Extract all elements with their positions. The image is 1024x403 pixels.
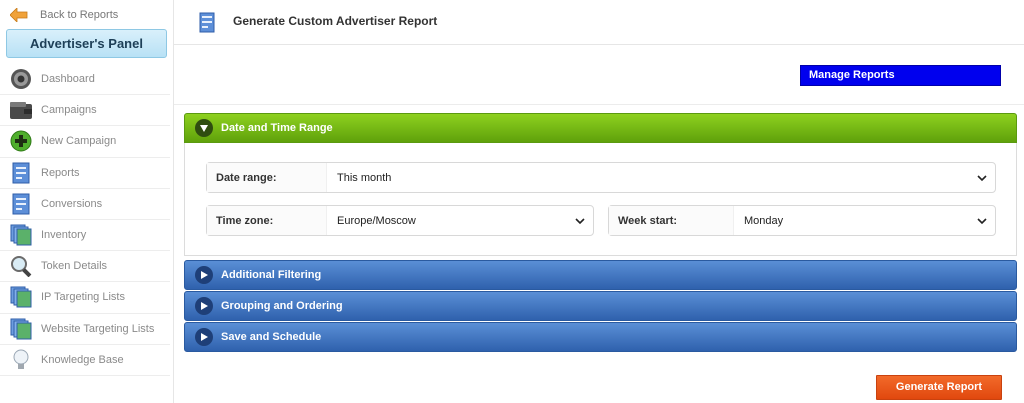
- section-title: Grouping and Ordering: [221, 300, 343, 312]
- sidebar-item-ip-targeting-lists[interactable]: IP Targeting Lists: [0, 282, 170, 314]
- back-arrow-icon: [10, 8, 28, 22]
- divider: [174, 104, 1024, 105]
- lightbulb-icon: [9, 348, 33, 372]
- date-range-label: Date range:: [207, 163, 327, 192]
- sidebar-item-label: Token Details: [41, 260, 108, 273]
- time-zone-label: Time zone:: [207, 206, 327, 235]
- sidebar-item-label: Reports: [41, 166, 80, 179]
- back-to-reports-link[interactable]: Back to Reports: [10, 5, 118, 25]
- sidebar-item-dashboard[interactable]: Dashboard: [0, 64, 170, 96]
- section-additional-filtering[interactable]: Additional Filtering: [184, 260, 1017, 290]
- sidebar-item-label: Inventory: [41, 229, 87, 242]
- date-range-select[interactable]: This month: [327, 163, 995, 192]
- dashboard-icon: [9, 67, 33, 91]
- sidebar-item-reports[interactable]: Reports: [0, 158, 170, 189]
- sidebar-item-label: Knowledge Base: [41, 353, 124, 366]
- week-start-label: Week start:: [609, 206, 734, 235]
- page-header: Generate Custom Advertiser Report: [174, 0, 1024, 45]
- sidebar-nav: Dashboard Campaigns New Campaign Reports…: [0, 64, 170, 376]
- time-zone-select[interactable]: Europe/Moscow: [327, 206, 593, 235]
- expand-toggle-icon: [195, 266, 213, 284]
- manage-reports-button[interactable]: Manage Reports: [800, 65, 1001, 86]
- sidebar-item-inventory[interactable]: Inventory: [0, 220, 170, 252]
- plus-circle-icon: [9, 129, 33, 153]
- section-date-time-range[interactable]: Date and Time Range: [184, 113, 1017, 143]
- sidebar-item-label: Campaigns: [41, 104, 97, 117]
- sidebar-item-label: Website Targeting Lists: [41, 322, 155, 335]
- chevron-down-icon: [977, 173, 987, 183]
- expand-toggle-icon: [195, 328, 213, 346]
- section-title: Save and Schedule: [221, 331, 322, 343]
- section-grouping-ordering[interactable]: Grouping and Ordering: [184, 291, 1017, 321]
- stack-icon: [9, 223, 33, 247]
- stack-icon: [9, 317, 33, 341]
- sidebar-item-token-details[interactable]: Token Details: [0, 251, 170, 283]
- back-to-reports-label: Back to Reports: [40, 9, 119, 21]
- chevron-down-icon: [977, 216, 987, 226]
- sidebar-item-label: IP Targeting Lists: [41, 291, 125, 304]
- page-title: Generate Custom Advertiser Report: [233, 14, 438, 28]
- time-zone-value: Europe/Moscow: [337, 214, 416, 227]
- report-icon: [9, 161, 33, 185]
- report-icon: [199, 12, 215, 36]
- panel-title: Advertiser's Panel: [6, 29, 167, 58]
- generate-report-button[interactable]: Generate Report: [876, 375, 1002, 400]
- wallet-icon: [9, 98, 33, 122]
- sidebar-item-campaigns[interactable]: Campaigns: [0, 95, 170, 127]
- sidebar-item-label: New Campaign: [41, 135, 117, 148]
- week-start-value: Monday: [744, 214, 784, 227]
- section-title: Date and Time Range: [221, 122, 333, 134]
- sidebar: Back to Reports Advertiser's Panel Dashb…: [0, 0, 174, 403]
- sidebar-item-conversions[interactable]: Conversions: [0, 189, 170, 220]
- stack-icon: [9, 285, 33, 309]
- sidebar-item-label: Dashboard: [41, 73, 95, 86]
- magnifier-icon: [9, 254, 33, 278]
- date-time-range-body: Date range: This month Time zone: Europe…: [184, 143, 1017, 256]
- sidebar-item-knowledge-base[interactable]: Knowledge Base: [0, 345, 170, 376]
- sidebar-item-new-campaign[interactable]: New Campaign: [0, 126, 170, 158]
- expand-toggle-icon: [195, 297, 213, 315]
- chevron-down-icon: [575, 216, 585, 226]
- week-start-field: Week start: Monday: [608, 205, 996, 236]
- section-save-schedule[interactable]: Save and Schedule: [184, 322, 1017, 352]
- collapse-toggle-icon: [195, 119, 213, 137]
- section-title: Additional Filtering: [221, 269, 322, 281]
- week-start-select[interactable]: Monday: [734, 206, 995, 235]
- sidebar-item-label: Conversions: [41, 197, 103, 210]
- sidebar-item-website-targeting-lists[interactable]: Website Targeting Lists: [0, 314, 170, 345]
- report-icon: [9, 192, 33, 216]
- date-range-value: This month: [337, 171, 392, 184]
- date-range-field: Date range: This month: [206, 162, 996, 193]
- time-zone-field: Time zone: Europe/Moscow: [206, 205, 594, 236]
